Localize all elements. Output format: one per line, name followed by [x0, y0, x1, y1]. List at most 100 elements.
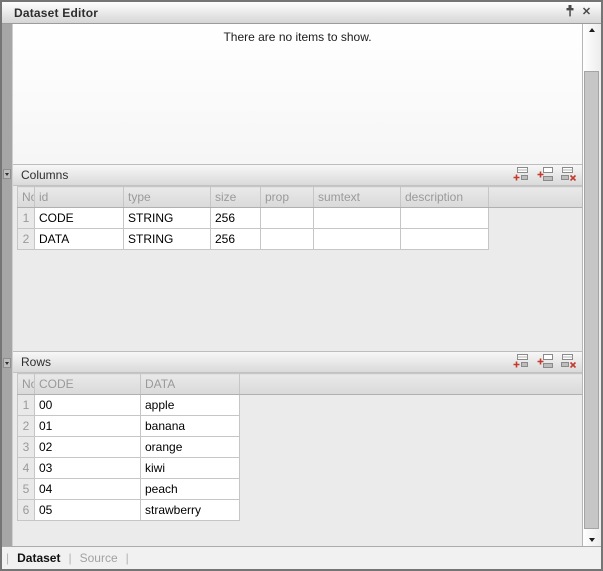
scrollbar-thumb[interactable] [584, 71, 599, 529]
rows-header-row: NoCODEDATA [18, 374, 583, 395]
row-number: 2 [18, 416, 35, 437]
row-filler [240, 416, 583, 437]
tab-separator: | [126, 551, 129, 565]
scroll-up-button[interactable] [583, 28, 601, 32]
bottom-filler [13, 521, 582, 546]
cell[interactable] [261, 208, 314, 229]
pin-button[interactable] [561, 5, 578, 21]
delete-row-button[interactable] [560, 168, 577, 183]
table-row[interactable]: 302orange [18, 437, 583, 458]
table-row[interactable]: 605strawberry [18, 500, 583, 521]
table-row[interactable]: 201banana [18, 416, 583, 437]
insert-row-icon [537, 354, 553, 371]
row-filler [240, 500, 583, 521]
row-number: 3 [18, 437, 35, 458]
close-button[interactable]: ✕ [578, 5, 595, 21]
cell[interactable] [261, 229, 314, 250]
cell[interactable]: 03 [35, 458, 141, 479]
cell[interactable]: apple [141, 395, 240, 416]
cell[interactable]: orange [141, 437, 240, 458]
cell[interactable]: 02 [35, 437, 141, 458]
row-number: 5 [18, 479, 35, 500]
cell[interactable]: 01 [35, 416, 141, 437]
row-number: 2 [18, 229, 35, 250]
pin-icon [564, 4, 576, 21]
column-header[interactable]: No [18, 187, 35, 208]
scroll-up-icon [589, 28, 595, 32]
table-row[interactable]: 100apple [18, 395, 583, 416]
column-header[interactable]: No [18, 374, 35, 395]
insert-row-button[interactable] [536, 355, 553, 370]
cell[interactable]: STRING [124, 229, 211, 250]
column-header[interactable]: sumtext [314, 187, 401, 208]
cell[interactable]: 256 [211, 229, 261, 250]
columns-panel-filler [13, 250, 582, 351]
rows-toolbar [512, 355, 577, 370]
cell[interactable] [401, 208, 489, 229]
cell[interactable] [401, 229, 489, 250]
rows-collapse-button[interactable] [3, 358, 11, 368]
titlebar: Dataset Editor ✕ [2, 2, 601, 24]
row-number: 6 [18, 500, 35, 521]
cell[interactable]: strawberry [141, 500, 240, 521]
rows-grid-wrap: NoCODEDATA 100apple201banana302orange403… [17, 373, 582, 521]
row-number: 4 [18, 458, 35, 479]
tab-dataset[interactable]: Dataset [17, 551, 60, 565]
tab-separator: | [68, 551, 71, 565]
column-header[interactable]: type [124, 187, 211, 208]
delete-row-icon [561, 167, 577, 184]
column-header[interactable]: id [35, 187, 124, 208]
close-icon: ✕ [582, 7, 591, 18]
cell[interactable]: DATA [35, 229, 124, 250]
table-row[interactable]: 403kiwi [18, 458, 583, 479]
cell[interactable]: CODE [35, 208, 124, 229]
cell[interactable]: 04 [35, 479, 141, 500]
table-row[interactable]: 504peach [18, 479, 583, 500]
column-header[interactable]: size [211, 187, 261, 208]
cell[interactable]: peach [141, 479, 240, 500]
table-row[interactable]: 1CODESTRING256 [18, 208, 583, 229]
empty-list-panel: There are no items to show. [13, 24, 582, 164]
column-header[interactable]: DATA [141, 374, 240, 395]
cell[interactable]: 256 [211, 208, 261, 229]
tab-source[interactable]: Source [80, 551, 118, 565]
add-row-button[interactable] [512, 355, 529, 370]
row-filler [240, 437, 583, 458]
vertical-scrollbar[interactable] [582, 24, 601, 546]
columns-header-row: Noidtypesizepropsumtextdescription [18, 187, 583, 208]
columns-section-title: Columns [21, 168, 68, 182]
rows-section-title: Rows [21, 355, 51, 369]
delete-row-button[interactable] [560, 355, 577, 370]
column-header[interactable]: prop [261, 187, 314, 208]
row-number: 1 [18, 208, 35, 229]
table-row[interactable]: 2DATASTRING256 [18, 229, 583, 250]
insert-row-button[interactable] [536, 168, 553, 183]
columns-toolbar [512, 168, 577, 183]
row-filler [489, 208, 583, 229]
rows-table: NoCODEDATA 100apple201banana302orange403… [17, 373, 582, 521]
columns-section-header: Columns [13, 164, 582, 186]
cell[interactable]: kiwi [141, 458, 240, 479]
cell[interactable] [314, 208, 401, 229]
cell[interactable]: banana [141, 416, 240, 437]
header-filler [240, 374, 583, 395]
columns-grid-wrap: Noidtypesizepropsumtextdescription 1CODE… [17, 186, 582, 250]
column-header[interactable]: CODE [35, 374, 141, 395]
main-panel: There are no items to show. Columns [13, 24, 582, 546]
cell[interactable]: STRING [124, 208, 211, 229]
left-gutter [2, 24, 13, 546]
row-filler [240, 458, 583, 479]
add-row-button[interactable] [512, 168, 529, 183]
cell[interactable] [314, 229, 401, 250]
columns-collapse-button[interactable] [3, 169, 11, 179]
cell[interactable]: 00 [35, 395, 141, 416]
columns-table: Noidtypesizepropsumtextdescription 1CODE… [17, 186, 582, 250]
scroll-down-button[interactable] [583, 538, 601, 542]
content-area: There are no items to show. Columns [2, 24, 601, 546]
row-filler [489, 229, 583, 250]
cell[interactable]: 05 [35, 500, 141, 521]
column-header[interactable]: description [401, 187, 489, 208]
dataset-editor-window: Dataset Editor ✕ [0, 0, 603, 571]
chevron-down-icon [5, 362, 9, 365]
empty-message: There are no items to show. [13, 24, 582, 44]
